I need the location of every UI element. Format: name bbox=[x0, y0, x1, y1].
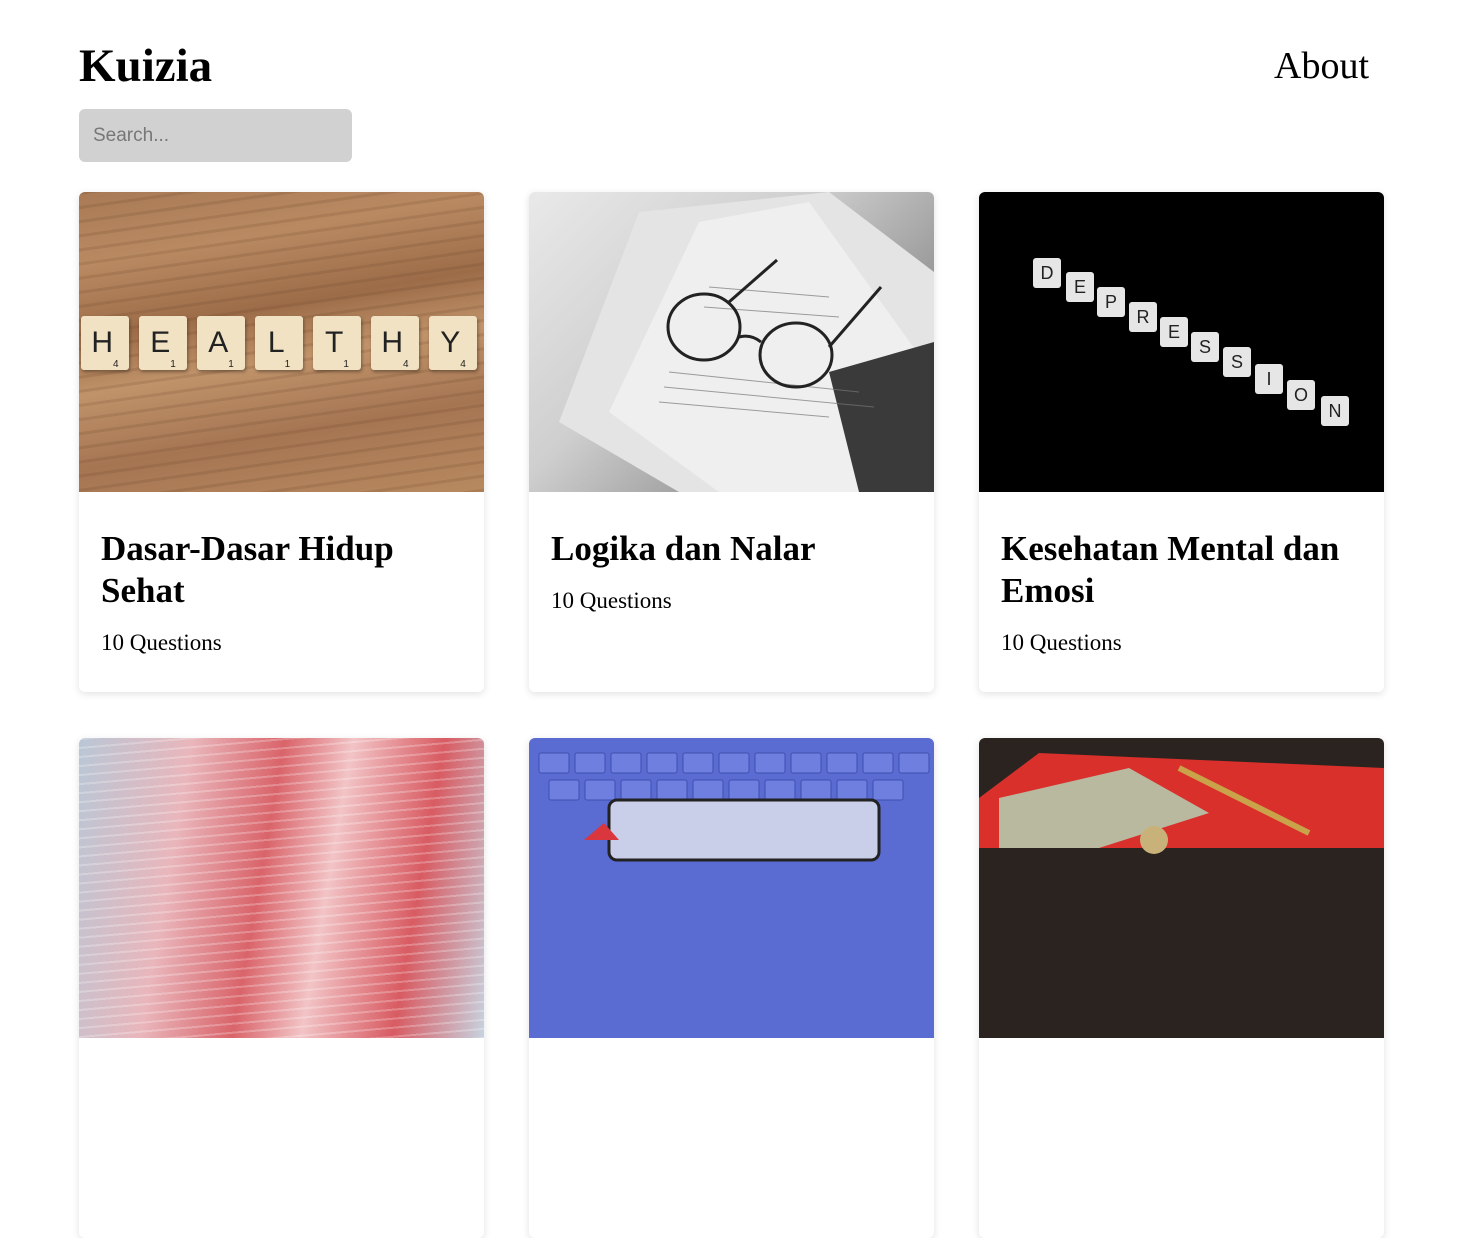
quiz-card[interactable] bbox=[979, 738, 1384, 1238]
quiz-thumbnail-depression: D E P R E S S I O N bbox=[979, 192, 1384, 492]
quiz-card-body: Logika dan Nalar 10 Questions bbox=[551, 528, 912, 616]
quiz-card[interactable]: Logika dan Nalar 10 Questions bbox=[529, 192, 934, 692]
quiz-thumbnail-healthy: H4 E1 A1 L1 T1 H4 Y4 bbox=[79, 192, 484, 492]
quiz-card[interactable]: H4 E1 A1 L1 T1 H4 Y4 Dasar-Dasar Hidup S… bbox=[79, 192, 484, 692]
search-input[interactable] bbox=[79, 109, 352, 162]
quiz-thumbnail-code bbox=[79, 738, 484, 1038]
quiz-question-count: 10 Questions bbox=[551, 588, 672, 613]
quiz-card[interactable] bbox=[529, 738, 934, 1238]
quiz-title: Logika dan Nalar bbox=[551, 529, 816, 568]
nav-about-link[interactable]: About bbox=[1274, 42, 1369, 90]
quiz-card[interactable]: D E P R E S S I O N Kesehatan Mental dan… bbox=[979, 192, 1384, 692]
quiz-thumbnail-glasses bbox=[529, 192, 934, 492]
quiz-card[interactable] bbox=[79, 738, 484, 1238]
site-header: Kuizia About bbox=[79, 38, 1369, 98]
quiz-card-body: Kesehatan Mental dan Emosi 10 Questions bbox=[1001, 528, 1362, 658]
quiz-question-count: 10 Questions bbox=[1001, 630, 1122, 655]
quiz-thumbnail-money bbox=[979, 738, 1384, 1038]
quiz-card-body: Dasar-Dasar Hidup Sehat 10 Questions bbox=[101, 528, 462, 658]
site-logo[interactable]: Kuizia bbox=[79, 38, 212, 94]
quiz-thumbnail-keyboard bbox=[529, 738, 934, 1038]
quiz-title: Dasar-Dasar Hidup Sehat bbox=[101, 529, 394, 610]
quiz-title: Kesehatan Mental dan Emosi bbox=[1001, 529, 1340, 610]
quiz-question-count: 10 Questions bbox=[101, 630, 222, 655]
